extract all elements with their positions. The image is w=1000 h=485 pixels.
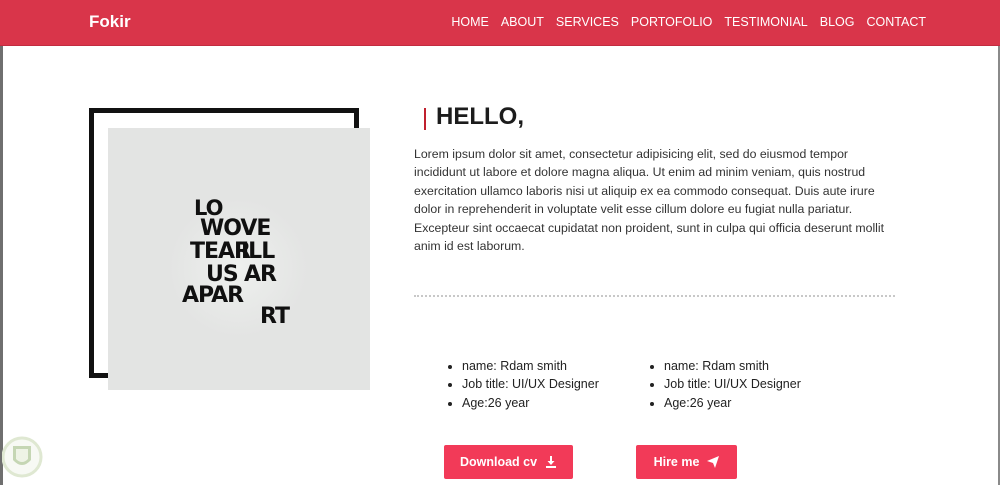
- left-window-edge: [0, 46, 3, 485]
- nav-testimonial[interactable]: TESTIMONIAL: [724, 15, 807, 29]
- about-bio: Lorem ipsum dolor sit amet, consectetur …: [414, 147, 885, 254]
- nav-home[interactable]: HOME: [451, 15, 489, 29]
- info-name: name: Rdam smith: [462, 357, 599, 375]
- main-nav: HOME ABOUT SERVICES PORTOFOLIO TESTIMONI…: [451, 15, 926, 29]
- top-navbar: Fokir HOME ABOUT SERVICES PORTOFOLIO TES…: [0, 0, 1000, 46]
- info-name: name: Rdam smith: [664, 357, 801, 375]
- poster-text-line: APAR: [182, 283, 244, 308]
- download-icon: [546, 456, 557, 468]
- nav-contact[interactable]: CONTACT: [867, 15, 927, 29]
- info-list-left: name: Rdam smith Job title: UI/UX Design…: [446, 357, 599, 412]
- dotted-divider: [414, 295, 895, 297]
- about-heading: HELLO,: [436, 103, 524, 130]
- info-job-title: Job title: UI/UX Designer: [462, 375, 599, 393]
- brand-logo[interactable]: Fokir: [89, 12, 131, 32]
- nav-about[interactable]: ABOUT: [501, 15, 544, 29]
- poster-text-line: AR: [244, 262, 277, 287]
- poster-text-line: ILL: [241, 239, 275, 264]
- paper-plane-icon: [707, 456, 720, 468]
- download-cv-button[interactable]: Download cv: [444, 445, 573, 479]
- info-list-right: name: Rdam smith Job title: UI/UX Design…: [648, 357, 801, 412]
- poster-text-line: WOVE: [200, 216, 271, 241]
- poster-text-line: RT: [260, 304, 290, 329]
- watermark-shield-icon: [2, 436, 43, 478]
- info-age: Age:26 year: [664, 394, 801, 412]
- about-image-poster: LO WOVE TEAR ILL US AR APAR RT: [108, 128, 370, 390]
- info-age: Age:26 year: [462, 394, 599, 412]
- download-cv-label: Download cv: [459, 455, 538, 469]
- heading-accent-bar: [424, 108, 426, 130]
- nav-portfolio[interactable]: PORTOFOLIO: [631, 15, 713, 29]
- nav-blog[interactable]: BLOG: [820, 15, 855, 29]
- info-job-title: Job title: UI/UX Designer: [664, 375, 801, 393]
- nav-services[interactable]: SERVICES: [556, 15, 619, 29]
- hire-me-label: Hire me: [653, 455, 700, 469]
- hire-me-button[interactable]: Hire me: [636, 445, 737, 479]
